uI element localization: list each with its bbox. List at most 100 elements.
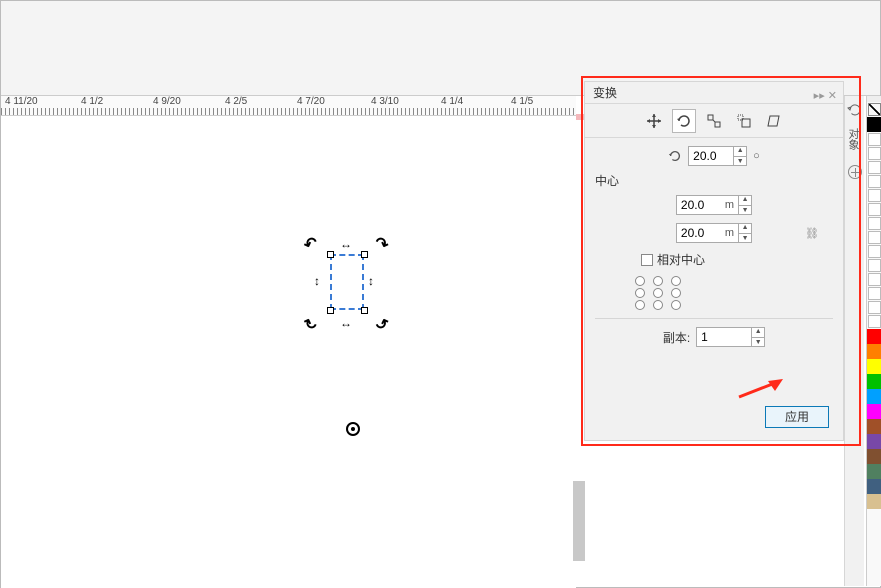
apply-button[interactable]: 应用 [765, 406, 829, 428]
spin-down-icon[interactable]: ▼ [734, 157, 746, 167]
dock-tab-label[interactable]: 对象 [845, 128, 861, 150]
anchor-mr[interactable] [671, 288, 681, 298]
corner-handle[interactable] [327, 251, 334, 258]
center-y-unit: m [721, 227, 738, 239]
skew-handle-icon[interactable]: ↔ [340, 237, 352, 251]
rotation-center-marker[interactable] [346, 422, 360, 436]
ruler-label: 4 2/5 [225, 96, 247, 107]
rotate-handle-icon[interactable]: ↶ [372, 232, 391, 255]
ruler-label: 4 11/20 [5, 96, 38, 107]
object-outline[interactable] [330, 254, 364, 310]
color-swatch[interactable] [868, 161, 881, 174]
anchor-tl[interactable] [635, 276, 645, 286]
color-swatch[interactable] [868, 245, 881, 258]
color-swatch[interactable] [868, 203, 881, 216]
color-swatch[interactable] [868, 273, 881, 286]
color-swatch[interactable] [868, 259, 881, 272]
tab-size[interactable] [732, 109, 756, 133]
right-dock-strip[interactable]: 对象 [844, 96, 864, 586]
spin-up-icon[interactable]: ▲ [734, 146, 746, 157]
spin-up-icon[interactable]: ▲ [739, 223, 751, 234]
tab-skew[interactable] [762, 109, 786, 133]
copies-label: 副本: [663, 329, 690, 346]
color-swatch[interactable] [868, 217, 881, 230]
copies-field[interactable] [697, 328, 751, 346]
anchor-bc[interactable] [653, 300, 663, 310]
color-swatch[interactable] [868, 133, 881, 146]
degree-unit: ○ [753, 150, 760, 162]
spin-down-icon[interactable]: ▼ [739, 206, 751, 216]
add-docker-icon[interactable] [848, 165, 862, 179]
skew-icon [766, 113, 782, 129]
color-swatch[interactable] [867, 494, 881, 509]
color-swatch[interactable] [867, 419, 881, 434]
close-icon[interactable]: ✕ [828, 90, 837, 102]
color-swatch[interactable] [867, 359, 881, 374]
color-swatch[interactable] [868, 189, 881, 202]
skew-handle-icon[interactable]: ↕ [368, 274, 374, 288]
tab-scale-mirror[interactable] [702, 109, 726, 133]
color-swatch[interactable] [868, 315, 881, 328]
rotate-handle-icon[interactable]: ↶ [301, 232, 320, 255]
color-swatch[interactable] [867, 344, 881, 359]
tab-rotate[interactable] [672, 109, 696, 133]
ruler-label: 4 1/4 [441, 96, 463, 107]
center-x-field[interactable] [677, 196, 721, 214]
corner-handle[interactable] [327, 307, 334, 314]
no-color-swatch[interactable] [868, 103, 881, 116]
drawing-canvas[interactable]: ↶ ↶ ↶ ↶ ↔ ↔ ↕ ↕ [1, 116, 576, 588]
rotation-angle-field[interactable] [689, 147, 733, 165]
corner-handle[interactable] [361, 307, 368, 314]
color-swatch[interactable] [867, 404, 881, 419]
color-swatch[interactable] [868, 147, 881, 160]
color-swatch[interactable] [867, 464, 881, 479]
anchor-br[interactable] [671, 300, 681, 310]
copies-input[interactable]: ▲▼ [696, 327, 765, 347]
spin-down-icon[interactable]: ▼ [739, 234, 751, 244]
refresh-icon[interactable] [847, 102, 863, 118]
anchor-bl[interactable] [635, 300, 645, 310]
rotate-handle-icon[interactable]: ↶ [301, 310, 320, 333]
color-swatch[interactable] [868, 301, 881, 314]
horizontal-ruler: 4 11/20 4 1/2 4 9/20 4 2/5 4 7/20 4 3/10… [1, 96, 576, 116]
color-swatch[interactable] [867, 117, 881, 132]
center-x-input[interactable]: m ▲▼ [676, 195, 752, 215]
scrollbar-vertical[interactable] [573, 481, 585, 561]
ruler-label: 4 9/20 [153, 96, 181, 107]
color-swatch[interactable] [867, 434, 881, 449]
color-swatch[interactable] [867, 329, 881, 344]
skew-handle-icon[interactable]: ↕ [314, 274, 320, 288]
corner-handle[interactable] [361, 251, 368, 258]
anchor-grid[interactable] [585, 272, 843, 314]
color-swatch[interactable] [868, 287, 881, 300]
color-swatch[interactable] [867, 479, 881, 494]
color-swatch[interactable] [868, 175, 881, 188]
checkbox-box[interactable] [641, 254, 653, 266]
transform-docker: 变换 ▸▸ ✕ ▲▼ ○ 中心 m [584, 81, 844, 441]
color-swatch[interactable] [867, 389, 881, 404]
docker-header[interactable]: 变换 ▸▸ ✕ [585, 82, 843, 104]
rotate-handle-icon[interactable]: ↶ [372, 310, 391, 333]
color-palette[interactable] [866, 96, 881, 586]
center-y-input[interactable]: m ▲▼ [676, 223, 752, 243]
rotation-angle-input[interactable]: ▲▼ [688, 146, 747, 166]
anchor-tc[interactable] [653, 276, 663, 286]
tab-position[interactable] [642, 109, 666, 133]
relative-center-checkbox[interactable]: 相对中心 [641, 251, 705, 268]
color-swatch[interactable] [867, 449, 881, 464]
color-swatch[interactable] [867, 374, 881, 389]
anchor-ml[interactable] [635, 288, 645, 298]
anchor-mc[interactable] [653, 288, 663, 298]
skew-handle-icon[interactable]: ↔ [340, 316, 352, 330]
lock-icon[interactable]: ⛓ [805, 227, 819, 240]
center-y-field[interactable] [677, 224, 721, 242]
color-swatch[interactable] [868, 231, 881, 244]
spin-up-icon[interactable]: ▲ [752, 327, 764, 338]
palette-scroll-up[interactable] [867, 96, 881, 102]
selected-object[interactable]: ↶ ↶ ↶ ↶ ↔ ↔ ↕ ↕ [308, 236, 388, 331]
spin-down-icon[interactable]: ▼ [752, 338, 764, 348]
anchor-tr[interactable] [671, 276, 681, 286]
spin-up-icon[interactable]: ▲ [739, 195, 751, 206]
collapse-icon[interactable]: ▸▸ [814, 90, 825, 102]
docker-controls[interactable]: ▸▸ ✕ [814, 85, 837, 107]
